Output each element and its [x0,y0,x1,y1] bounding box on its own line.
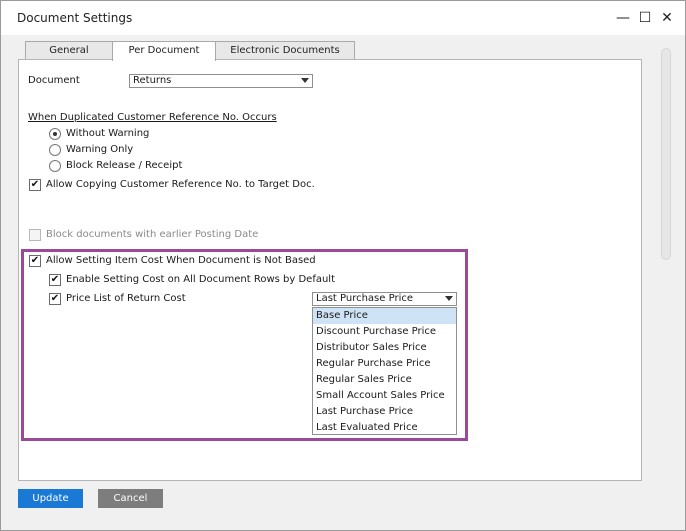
title-bar: Document Settings — ☐ ✕ [1,1,685,35]
price-option-regular-purchase[interactable]: Regular Purchase Price [313,356,456,372]
price-option-last-purchase[interactable]: Last Purchase Price [313,404,456,420]
allow-item-cost-checkbox[interactable]: ✔ [29,255,41,267]
chevron-down-icon [301,78,309,83]
enable-rows-label: Enable Setting Cost on All Document Rows… [66,274,335,285]
update-button[interactable]: Update [18,489,83,508]
close-icon[interactable]: ✕ [657,8,677,28]
minimize-icon[interactable]: — [613,8,633,28]
document-settings-window: Document Settings — ☐ ✕ General Per Docu… [0,0,686,531]
price-list-checkbox[interactable]: ✔ [49,293,61,305]
vertical-scrollbar[interactable] [661,48,671,260]
window-title: Document Settings [17,11,133,25]
enable-rows-checkbox[interactable]: ✔ [49,274,61,286]
block-documents-label: Block documents with earlier Posting Dat… [46,229,259,240]
document-select[interactable]: Returns [129,74,313,88]
price-option-base-price[interactable]: Base Price [313,308,456,324]
document-label: Document [28,75,80,86]
price-option-distributor-sales[interactable]: Distributor Sales Price [313,340,456,356]
block-documents-checkbox [29,229,41,241]
radio-block-release[interactable] [49,160,61,172]
price-option-last-evaluated[interactable]: Last Evaluated Price [313,420,456,436]
radio-warning-only-label: Warning Only [66,144,134,155]
price-option-small-account-sales[interactable]: Small Account Sales Price [313,388,456,404]
tab-electronic-documents[interactable]: Electronic Documents [215,41,355,60]
price-option-discount-purchase[interactable]: Discount Purchase Price [313,324,456,340]
radio-without-warning-label: Without Warning [66,128,150,139]
maximize-icon[interactable]: ☐ [635,8,655,28]
radio-without-warning[interactable] [49,128,61,140]
tab-general[interactable]: General [25,41,113,60]
price-option-regular-sales[interactable]: Regular Sales Price [313,372,456,388]
allow-copying-checkbox[interactable]: ✔ [29,179,41,191]
chevron-down-icon [445,296,453,301]
price-list-dropdown: Base Price Discount Purchase Price Distr… [312,307,457,435]
document-select-value: Returns [133,75,172,86]
price-list-select[interactable]: Last Purchase Price [312,292,457,306]
allow-item-cost-label: Allow Setting Item Cost When Document is… [46,255,316,266]
tab-per-document[interactable]: Per Document [112,41,216,61]
radio-block-release-label: Block Release / Receipt [66,160,183,171]
cancel-button[interactable]: Cancel [98,489,163,508]
radio-warning-only[interactable] [49,144,61,156]
price-list-select-value: Last Purchase Price [316,293,413,304]
price-list-label: Price List of Return Cost [66,293,186,304]
duplicated-ref-heading: When Duplicated Customer Reference No. O… [28,112,277,123]
allow-copying-label: Allow Copying Customer Reference No. to … [46,179,315,190]
